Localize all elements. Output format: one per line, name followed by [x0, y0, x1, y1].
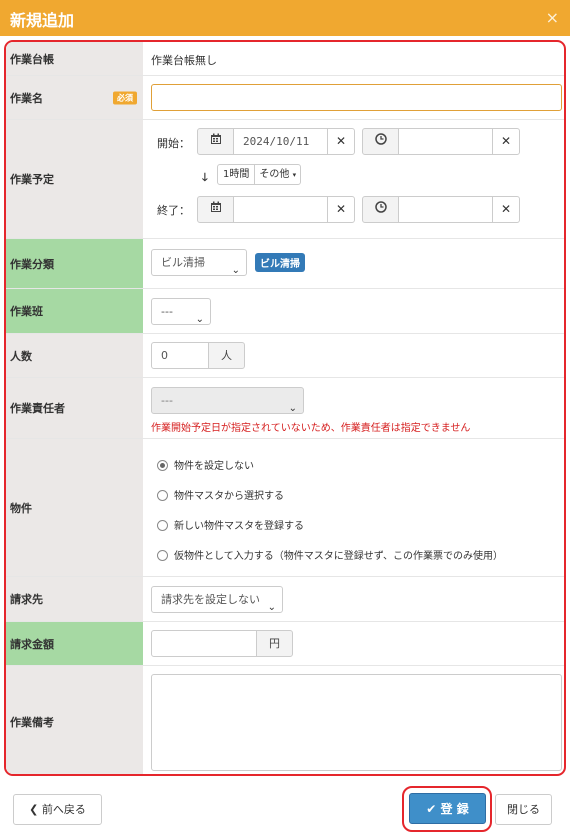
- ledger-value: 作業台帳無し: [151, 54, 217, 67]
- row-team: 作業班 --- ⌄: [6, 289, 564, 334]
- row-category: 作業分類 ビル清掃 ⌄ ビル清掃: [6, 239, 564, 289]
- start-time-group: ✕: [362, 128, 524, 155]
- amount-unit: 円: [256, 630, 293, 657]
- label-ledger: 作業台帳: [6, 42, 143, 75]
- arrow-down-icon: 🡓: [202, 171, 208, 184]
- label-amount: 請求金額: [6, 622, 143, 665]
- row-property: 物件 物件を設定しない 物件マスタから選択する 新しい物件マスタを登録する 仮物…: [6, 439, 564, 577]
- clock-icon[interactable]: [362, 196, 399, 223]
- check-icon: ✔: [426, 802, 437, 816]
- close-button[interactable]: 閉じる: [495, 794, 552, 825]
- clear-icon[interactable]: ✕: [327, 196, 355, 223]
- end-time-input[interactable]: [398, 196, 493, 223]
- property-radio-group: 物件を設定しない 物件マスタから選択する 新しい物件マスタを登録する 仮物件とし…: [143, 439, 564, 576]
- radio-button: [157, 490, 168, 501]
- row-schedule: 作業予定 開始： 2024/10/11 ✕ ✕ 🡓 1時間 その他 ▾ 終了： …: [6, 120, 564, 239]
- back-button[interactable]: ❮ 前へ戻る: [13, 794, 102, 825]
- row-name: 作業名 必須: [6, 76, 564, 120]
- label-property: 物件: [6, 439, 143, 576]
- clear-icon[interactable]: ✕: [492, 196, 520, 223]
- radio-button: [157, 460, 168, 471]
- label-notes: 作業備考: [6, 666, 143, 774]
- caret-down-icon: ⌄: [195, 314, 204, 325]
- label-team: 作業班: [6, 289, 143, 333]
- submit-button[interactable]: ✔ 登 録: [409, 793, 486, 824]
- manager-error: 作業開始予定日が指定されていないため、作業責任者は指定できません: [151, 423, 471, 434]
- caret-down-icon: ⌄: [267, 602, 276, 613]
- team-select[interactable]: --- ⌄: [151, 298, 211, 325]
- row-notes: 作業備考: [6, 666, 564, 774]
- caret-down-icon: ⌄: [231, 265, 240, 276]
- radio-button: [157, 520, 168, 531]
- clear-icon[interactable]: ✕: [327, 128, 355, 155]
- caret-down-icon: ⌄: [288, 403, 297, 414]
- start-label: 開始：: [157, 137, 190, 150]
- people-group: 0 人: [151, 342, 247, 369]
- chevron-left-icon: ❮: [29, 803, 39, 816]
- people-unit: 人: [208, 342, 245, 369]
- category-badge: ビル清掃: [255, 253, 305, 272]
- row-ledger: 作業台帳 作業台帳無し: [6, 42, 564, 76]
- property-option-temp[interactable]: 仮物件として入力する（物件マスタに登録せず、この作業票でのみ使用）: [157, 547, 503, 562]
- manager-select[interactable]: --- ⌄: [151, 387, 304, 414]
- label-name: 作業名 必須: [6, 76, 143, 119]
- property-option-master[interactable]: 物件マスタから選択する: [157, 487, 284, 502]
- work-name-input[interactable]: [151, 84, 562, 111]
- radio-button: [157, 550, 168, 561]
- end-label: 終了：: [157, 204, 190, 217]
- property-option-none[interactable]: 物件を設定しない: [157, 457, 254, 472]
- close-icon[interactable]: ×: [546, 8, 559, 27]
- end-time-group: ✕: [362, 196, 524, 223]
- property-option-new[interactable]: 新しい物件マスタを登録する: [157, 517, 304, 532]
- label-billing: 請求先: [6, 577, 143, 621]
- duration-button[interactable]: 1時間: [218, 165, 256, 184]
- label-manager: 作業責任者: [6, 378, 143, 438]
- start-time-input[interactable]: [398, 128, 493, 155]
- required-badge: 必須: [113, 91, 137, 104]
- modal-header: 新規追加 ×: [0, 0, 570, 36]
- start-date-input[interactable]: 2024/10/11: [233, 128, 328, 155]
- clock-icon[interactable]: [362, 128, 399, 155]
- modal-title: 新規追加: [10, 11, 75, 30]
- calendar-icon[interactable]: [197, 196, 234, 223]
- row-people: 人数 0 人: [6, 334, 564, 378]
- caret-down-icon: ▾: [292, 171, 297, 179]
- amount-group: 円: [151, 630, 293, 657]
- duration-group: 1時間 その他 ▾: [217, 164, 302, 185]
- people-input[interactable]: 0: [151, 342, 209, 369]
- billing-select[interactable]: 請求先を設定しない ⌄: [151, 586, 283, 613]
- calendar-icon[interactable]: [197, 128, 234, 155]
- label-people: 人数: [6, 334, 143, 377]
- end-date-input[interactable]: [233, 196, 328, 223]
- label-schedule: 作業予定: [6, 120, 143, 238]
- clear-icon[interactable]: ✕: [492, 128, 520, 155]
- label-category: 作業分類: [6, 239, 143, 288]
- notes-textarea[interactable]: [151, 674, 562, 771]
- row-manager: 作業責任者 --- ⌄ 作業開始予定日が指定されていないため、作業責任者は指定でき…: [6, 378, 564, 439]
- amount-input[interactable]: [151, 630, 257, 657]
- other-duration-dropdown[interactable]: その他 ▾: [255, 165, 300, 185]
- category-select[interactable]: ビル清掃 ⌄: [151, 249, 247, 276]
- row-billing: 請求先 請求先を設定しない ⌄: [6, 577, 564, 622]
- form-area: 作業台帳 作業台帳無し 作業名 必須 作業予定 開始： 2024/10/11 ✕: [4, 40, 566, 776]
- end-date-group: ✕: [197, 196, 357, 223]
- start-date-group: 2024/10/11 ✕: [197, 128, 357, 155]
- row-amount: 請求金額 円: [6, 622, 564, 666]
